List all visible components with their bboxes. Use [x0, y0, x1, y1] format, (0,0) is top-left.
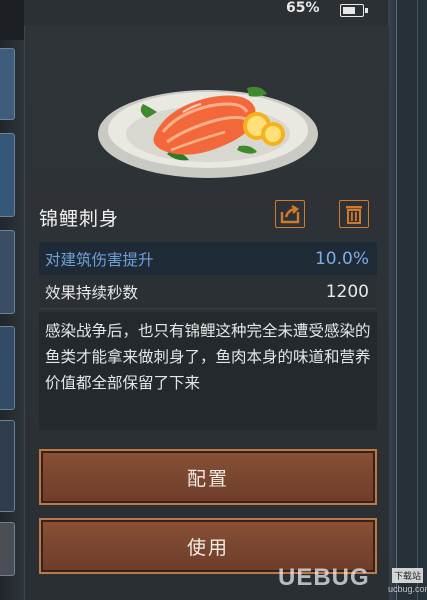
stat-value: 1200	[325, 281, 369, 302]
watermark-site: ucbug.com	[388, 584, 427, 594]
configure-button[interactable]: 配置	[39, 449, 377, 505]
inventory-slot[interactable]	[0, 48, 15, 120]
right-scroll-rail	[396, 0, 418, 600]
delete-button[interactable]	[339, 200, 369, 228]
watermark-tag: 下载站	[392, 568, 424, 583]
item-description: 感染战争后，也只有锦鲤这种完全未遭受感染的鱼类才能拿来做刺身了，鱼肉本身的味道和…	[39, 312, 377, 430]
watermark-brand: UEBUG	[278, 564, 370, 591]
item-title: 锦鲤刺身	[39, 208, 120, 230]
stat-row-building-damage: 对建筑伤害提升 10.0%	[39, 242, 377, 275]
watermark-logo: UEBUG 下载站 ucbug.com	[268, 560, 427, 600]
background-inventory-column	[0, 0, 24, 600]
stat-label: 对建筑伤害提升	[45, 250, 154, 269]
salmon-sashimi-image	[98, 86, 318, 178]
stat-row-duration: 效果持续秒数 1200	[39, 275, 377, 309]
share-button[interactable]	[275, 200, 305, 228]
item-detail-panel: 锦鲤刺身 对建筑伤害提升 10.0% 效果持续秒数 1200 感染战争后，也只有…	[24, 26, 389, 600]
inventory-slot[interactable]	[0, 230, 15, 314]
inventory-slot[interactable]	[0, 326, 15, 410]
battery-percent: 65%	[286, 0, 320, 16]
status-bar: 65%	[260, 0, 388, 22]
left-strip-top	[0, 0, 24, 40]
inventory-slot[interactable]	[0, 420, 15, 512]
inventory-slot[interactable]	[0, 133, 15, 217]
use-button-label: 使用	[186, 536, 229, 559]
stat-label: 效果持续秒数	[45, 283, 139, 302]
stat-value: 10.0%	[314, 248, 369, 269]
trash-icon	[346, 206, 362, 224]
inventory-slot[interactable]	[0, 522, 15, 576]
configure-button-label: 配置	[186, 467, 229, 490]
item-stats: 对建筑伤害提升 10.0% 效果持续秒数 1200	[39, 242, 377, 309]
share-icon	[280, 204, 300, 224]
battery-icon	[340, 4, 368, 17]
